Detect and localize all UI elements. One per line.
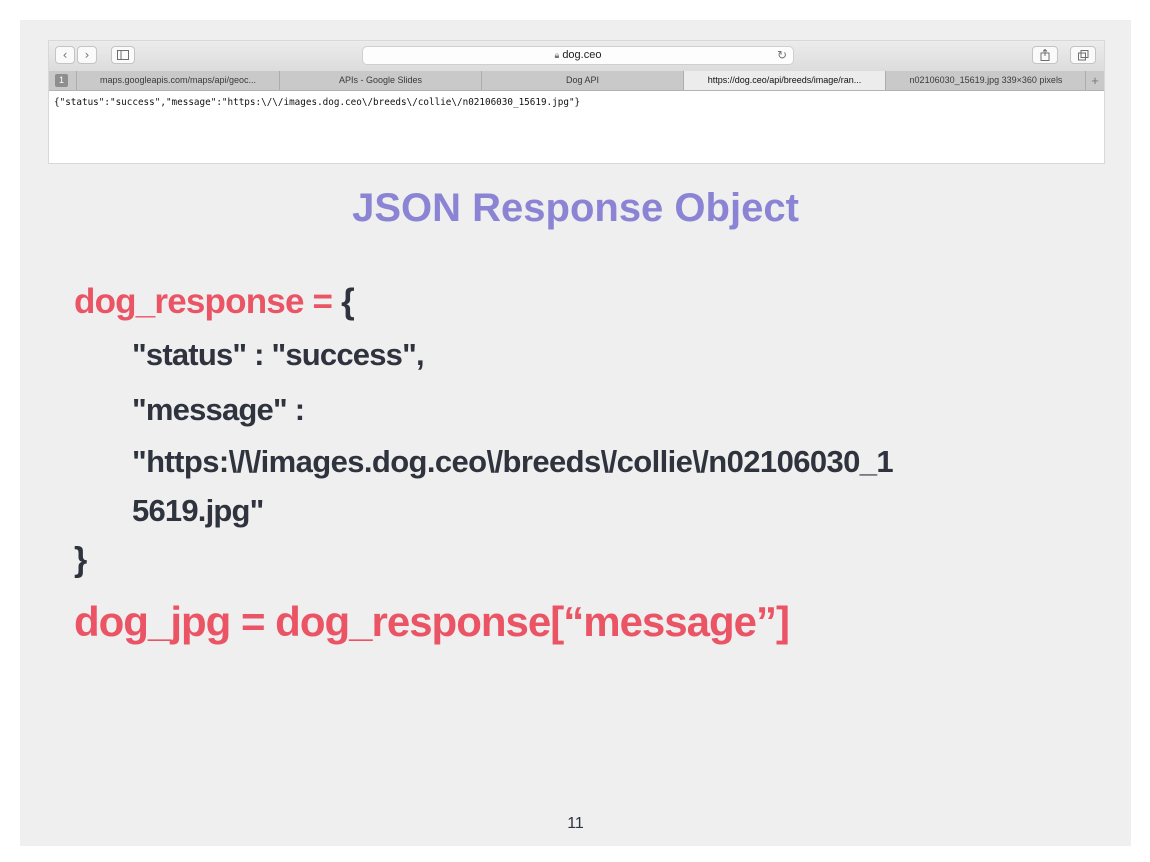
code-line-assignment: dog_response = { (74, 282, 355, 322)
forward-icon[interactable]: › (77, 46, 97, 64)
new-tab-icon[interactable]: + (1085, 71, 1104, 90)
code-line-message-key: "message" : (132, 392, 305, 427)
json-page-content: {"status":"success","message":"https:\/\… (54, 97, 581, 108)
page-number: 11 (567, 815, 584, 832)
lock-icon: 🔒︎ (554, 50, 560, 60)
tab-maps-googleapis[interactable]: maps.googleapis.com/maps/api/geoc... (76, 71, 279, 90)
code-line-status: "status" : "success", (132, 337, 425, 372)
slide-title: JSON Response Object (352, 186, 799, 230)
tabs-overview-icon[interactable] (1070, 46, 1096, 64)
address-text: dog.ceo (562, 49, 602, 61)
code-line-message-value-cont: 5619.jpg" (132, 493, 264, 528)
tab-dog-api[interactable]: Dog API (481, 71, 683, 90)
share-icon[interactable] (1032, 46, 1058, 64)
slide: ‹ › 🔒︎ dog.ceo ↻ 1 maps.googleapis.com/m… (20, 20, 1131, 846)
code-line-message-value: "https:\/\/images.dog.ceo\/breeds\/colli… (132, 444, 894, 479)
sidebar-icon[interactable] (111, 46, 135, 64)
tab-dog-image[interactable]: n02106030_15619.jpg 339×360 pixels (885, 71, 1086, 90)
browser-toolbar: ‹ › 🔒︎ dog.ceo ↻ (49, 41, 1104, 72)
close-brace: } (74, 541, 87, 579)
open-brace: { (341, 282, 355, 321)
back-icon[interactable]: ‹ (55, 46, 75, 64)
code-line-access: dog_jpg = dog_response[“message”] (74, 598, 790, 645)
address-bar[interactable]: 🔒︎ dog.ceo ↻ (362, 46, 794, 65)
tab-bar: 1 maps.googleapis.com/maps/api/geoc... A… (49, 71, 1104, 91)
tab-google-slides[interactable]: APIs - Google Slides (279, 71, 481, 90)
reload-icon[interactable]: ↻ (777, 47, 787, 64)
tab-dog-ceo-random[interactable]: https://dog.ceo/api/breeds/image/ran... (683, 71, 885, 90)
variable-assignment: dog_response = (74, 282, 342, 321)
browser-screenshot: ‹ › 🔒︎ dog.ceo ↻ 1 maps.googleapis.com/m… (48, 40, 1105, 164)
tab-count-badge: 1 (55, 74, 68, 87)
